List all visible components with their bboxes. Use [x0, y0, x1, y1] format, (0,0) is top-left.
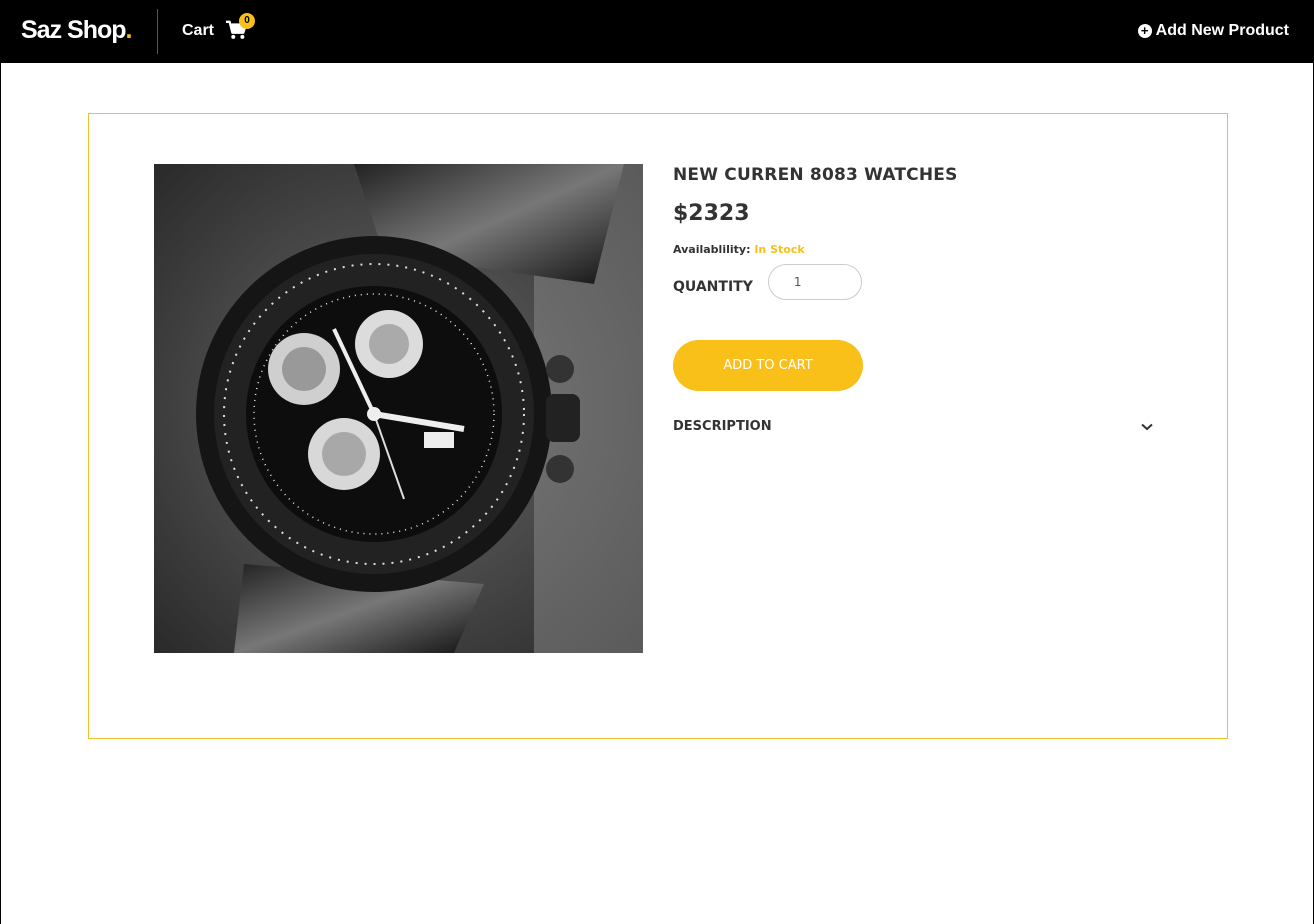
add-new-product-link[interactable]: + Add New Product [1137, 22, 1289, 40]
quantity-input[interactable] [767, 264, 862, 300]
cart-link[interactable]: Cart [182, 22, 214, 40]
brand-name: Saz Shop [21, 16, 127, 44]
product-title: NEW CURREN 8083 WATCHES [673, 165, 958, 185]
product-card: NEW CURREN 8083 WATCHES $2323 Availablil… [88, 113, 1228, 739]
add-product-label: Add New Product [1155, 22, 1289, 39]
stock-status: In Stock [754, 243, 805, 256]
cart-count-badge: 0 [239, 13, 255, 29]
add-to-cart-button[interactable]: ADD TO CART [673, 340, 863, 391]
plus-circle-icon: + [1137, 24, 1152, 38]
product-info: NEW CURREN 8083 WATCHES $2323 Availablil… [673, 164, 1163, 434]
brand-dot: . [125, 16, 133, 44]
description-toggle[interactable]: DESCRIPTION [673, 419, 1153, 434]
product-price: $2323 [673, 201, 750, 226]
watch-illustration [154, 164, 643, 653]
brand-logo[interactable]: Saz Shop. [21, 16, 133, 45]
nav-divider [157, 9, 158, 54]
navbar: Saz Shop. Cart 0 + Add New Product [1, 0, 1314, 63]
product-image [154, 164, 643, 653]
quantity-row: QUANTITY [673, 264, 1163, 300]
availability: Availablility: In Stock [673, 243, 1163, 256]
description-label: DESCRIPTION [673, 419, 772, 434]
cart-label: Cart [182, 22, 215, 39]
availability-label: Availablility: [673, 243, 751, 256]
quantity-label: QUANTITY [673, 279, 753, 295]
chevron-down-icon[interactable] [1141, 423, 1153, 431]
